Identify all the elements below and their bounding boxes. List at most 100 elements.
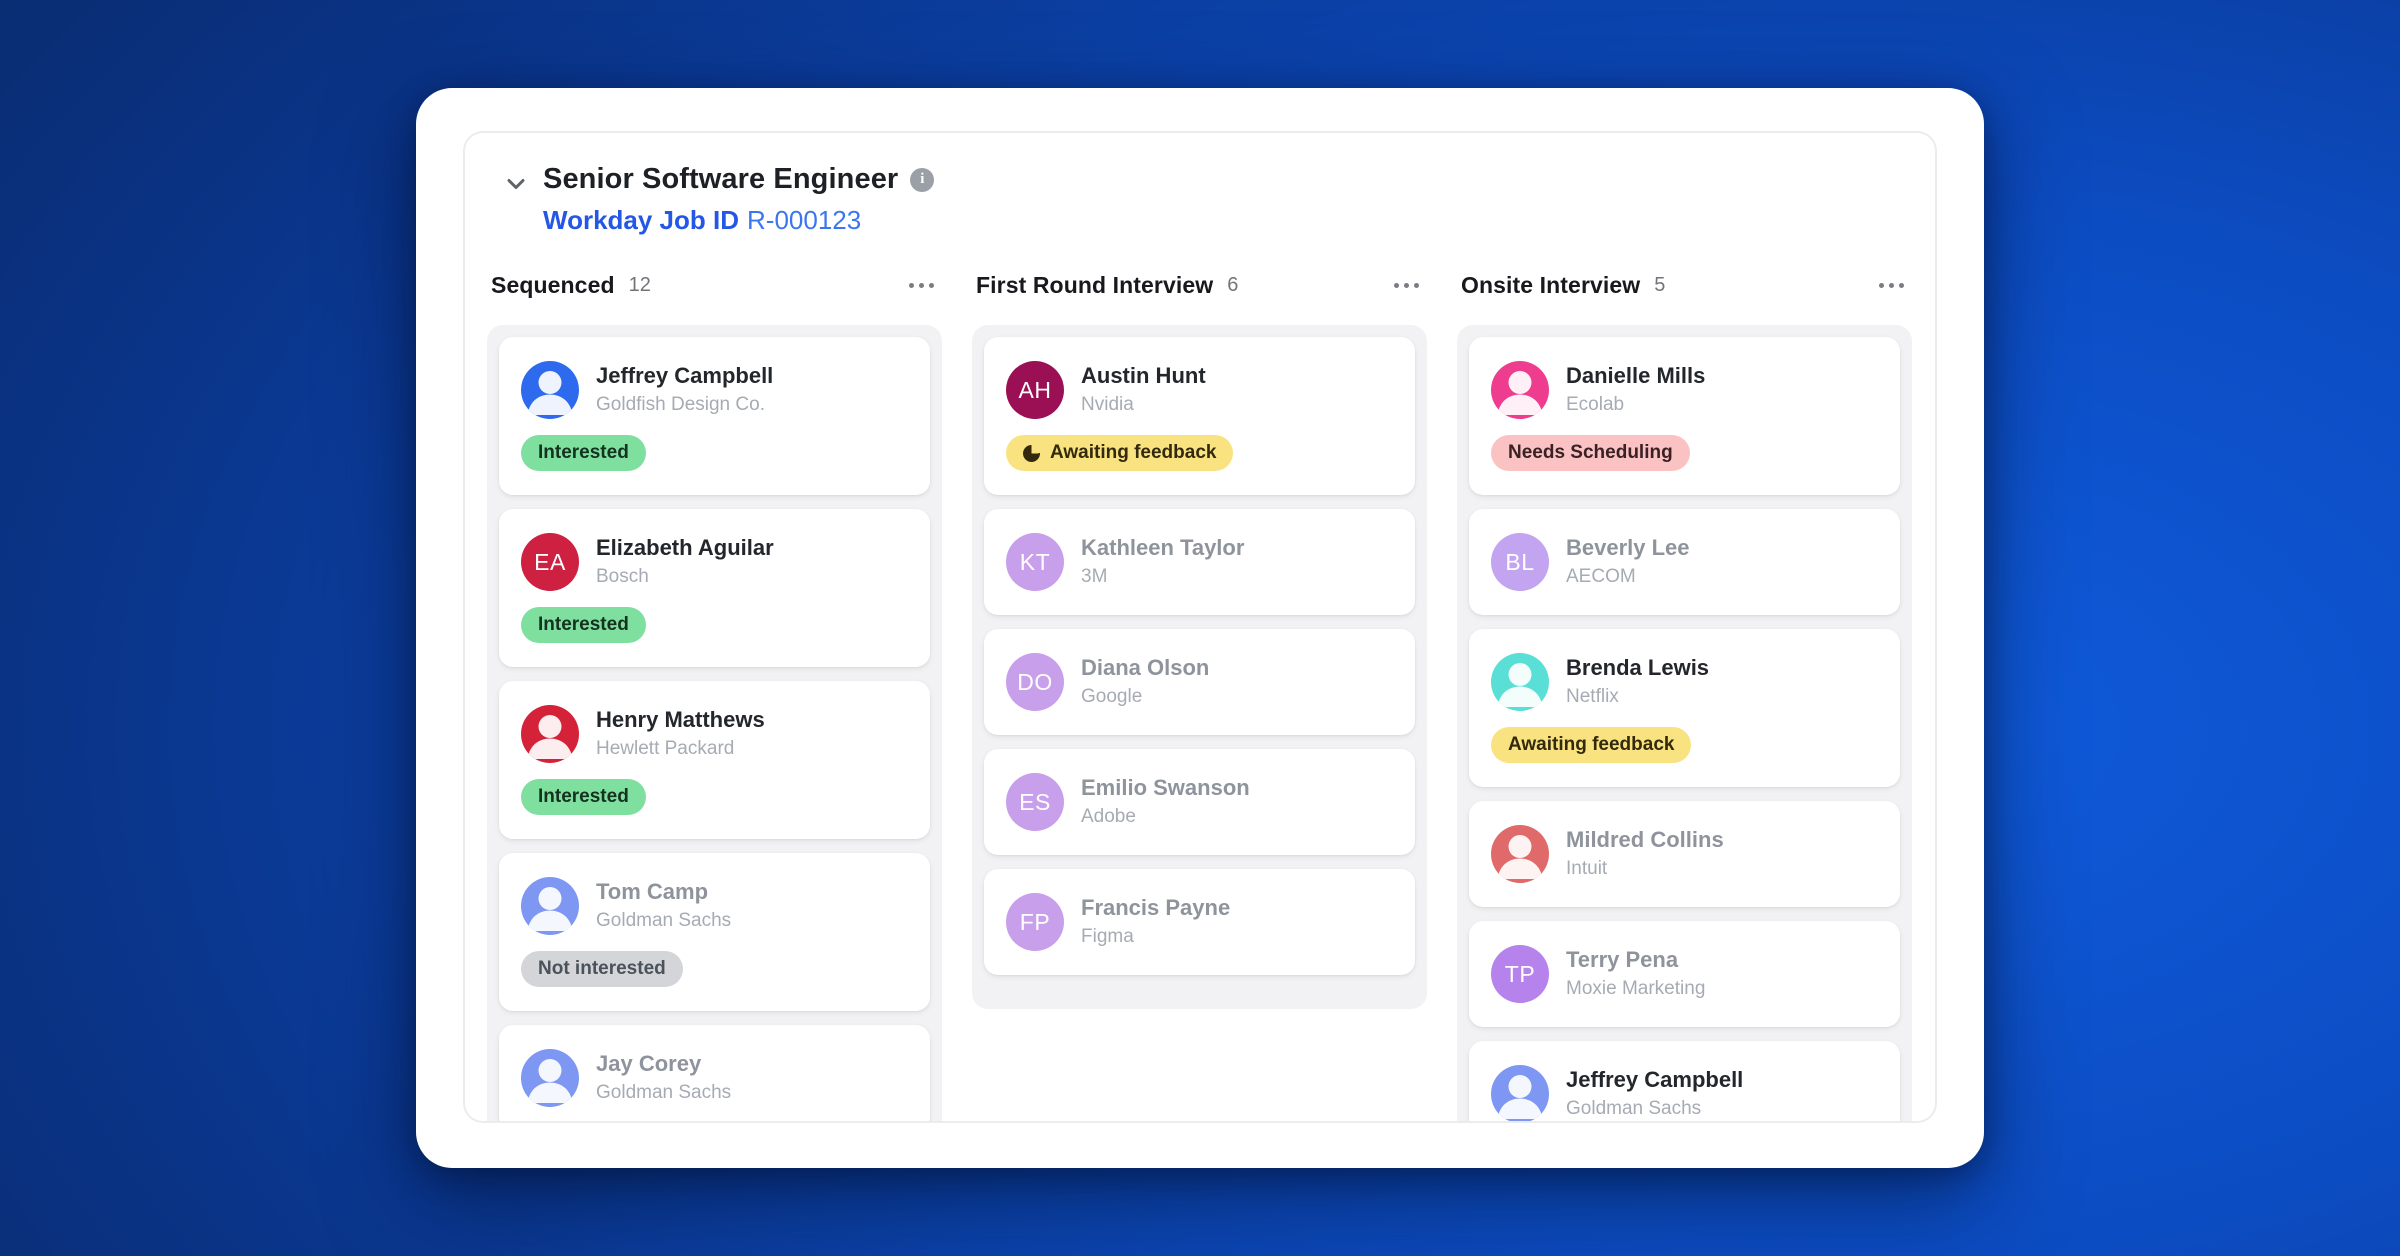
column-header-first-round-interview: First Round Interview6 [972, 272, 1427, 299]
candidate-card[interactable]: Mildred CollinsIntuit [1469, 801, 1900, 907]
candidate-info: Tom CampGoldman Sachs [596, 879, 731, 932]
card-top: TPTerry PenaMoxie Marketing [1491, 945, 1878, 1003]
column-header-onsite-interview: Onsite Interview 5 [1457, 272, 1912, 299]
ellipsis-icon [1879, 283, 1904, 288]
candidate-company: Goldman Sachs [596, 910, 731, 933]
candidate-info: Jay CoreyGoldman Sachs [596, 1051, 731, 1104]
candidate-name: Austin Hunt [1081, 363, 1206, 389]
candidate-company: 3M [1081, 566, 1244, 589]
candidate-company: Goldfish Design Co. [596, 394, 773, 417]
person-photo-icon [521, 877, 579, 935]
column-count: 12 [629, 274, 651, 297]
card-top: Tom CampGoldman Sachs [521, 877, 908, 935]
candidate-name: Danielle Mills [1566, 363, 1705, 389]
column-title: First Round Interview [976, 272, 1213, 299]
avatar [521, 1049, 579, 1107]
status-badge-label: Not interested [538, 951, 666, 987]
candidate-info: Jeffrey Campbell Goldman Sachs [1566, 1067, 1743, 1120]
status-badge: Interested [521, 779, 646, 815]
collapse-button[interactable] [499, 167, 533, 201]
candidate-name: Emilio Swanson [1081, 775, 1250, 801]
column-menu-button[interactable] [1392, 277, 1421, 294]
info-icon[interactable]: i [910, 168, 934, 192]
column-menu-button[interactable] [1877, 277, 1906, 294]
candidate-company: Hewlett Packard [596, 738, 765, 761]
candidate-card[interactable]: FP Francis PayneFigma [984, 869, 1415, 975]
candidate-card[interactable]: Jeffrey CampbellGoldfish Design Co.Inter… [499, 337, 930, 495]
card-top: EA Elizabeth AguilarBosch [521, 533, 908, 591]
person-photo-icon [521, 705, 579, 763]
candidate-card[interactable]: KT Kathleen Taylor3M [984, 509, 1415, 615]
candidate-card[interactable]: Danielle MillsEcolabNeeds Scheduling [1469, 337, 1900, 495]
avatar [1491, 825, 1549, 883]
column-header-sequenced: Sequenced12 [487, 272, 942, 299]
candidate-card[interactable]: Brenda Lewis Netflix Awaiting feedback [1469, 629, 1900, 787]
avatar: BL [1491, 533, 1549, 591]
candidate-info: Emilio Swanson Adobe [1081, 775, 1250, 828]
candidate-info: Francis PayneFigma [1081, 895, 1230, 948]
candidate-name: Brenda Lewis [1566, 655, 1709, 681]
candidate-company: Nvidia [1081, 394, 1206, 417]
job-id-label: Workday Job ID [543, 205, 739, 235]
avatar-initials: KT [1020, 549, 1050, 576]
person-photo-icon [1491, 825, 1549, 883]
candidate-info: Terry PenaMoxie Marketing [1566, 947, 1705, 1000]
kanban-column-first-round-interview: AH Austin Hunt Nvidia Awaiting feedback KT Ka… [972, 325, 1427, 1009]
avatar-initials: EA [534, 549, 566, 576]
status-badge: Awaiting feedback [1006, 435, 1233, 471]
candidate-card[interactable]: Tom CampGoldman Sachs Not interested [499, 853, 930, 1011]
avatar: ES [1006, 773, 1064, 831]
kanban-board: Jeffrey Campbell Goldfish Design Co. Inter… [487, 325, 1913, 1123]
candidate-company: Goldman Sachs [1566, 1098, 1743, 1121]
status-badge-label: Awaiting feedback [1050, 435, 1216, 471]
candidate-info: Henry MatthewsHewlett Packard [596, 707, 765, 760]
candidate-company: AECOM [1566, 566, 1690, 589]
avatar-initials: FP [1020, 909, 1050, 936]
card-top: ES Emilio Swanson Adobe [1006, 773, 1393, 831]
candidate-card[interactable]: DODiana OlsonGoogle [984, 629, 1415, 735]
candidate-info: Elizabeth AguilarBosch [596, 535, 774, 588]
candidate-card[interactable]: Jay CoreyGoldman Sachs [499, 1025, 930, 1123]
pending-pie-icon [1023, 445, 1040, 462]
card-top: KT Kathleen Taylor3M [1006, 533, 1393, 591]
candidate-name: Jeffrey Campbell [1566, 1067, 1743, 1093]
pipeline-panel: Senior Software Engineer i Workday Job I… [463, 131, 1937, 1123]
avatar: EA [521, 533, 579, 591]
candidate-card[interactable]: Henry MatthewsHewlett Packard Interested [499, 681, 930, 839]
candidate-name: Terry Pena [1566, 947, 1705, 973]
candidate-name: Francis Payne [1081, 895, 1230, 921]
job-id-value: R-000123 [747, 205, 861, 235]
column-menu-button[interactable] [907, 277, 936, 294]
candidate-card[interactable]: AH Austin Hunt Nvidia Awaiting feedback [984, 337, 1415, 495]
ellipsis-icon [909, 283, 934, 288]
job-id-link[interactable]: Workday Job ID R-000123 [543, 205, 934, 236]
candidate-company: Adobe [1081, 806, 1250, 829]
column-count: 5 [1654, 274, 1665, 297]
status-badge: Needs Scheduling [1491, 435, 1690, 471]
status-badge: Awaiting feedback [1491, 727, 1691, 763]
candidate-info: Kathleen Taylor3M [1081, 535, 1244, 588]
avatar: AH [1006, 361, 1064, 419]
candidate-card[interactable]: TPTerry PenaMoxie Marketing [1469, 921, 1900, 1027]
avatar: KT [1006, 533, 1064, 591]
status-badge-label: Awaiting feedback [1508, 727, 1674, 763]
status-badge-label: Interested [538, 779, 629, 815]
avatar-initials: AH [1019, 377, 1052, 404]
candidate-company: Google [1081, 686, 1209, 709]
person-photo-icon [1491, 653, 1549, 711]
candidate-card[interactable]: Jeffrey Campbell Goldman Sachs [1469, 1041, 1900, 1123]
candidate-card[interactable]: BLBeverly LeeAECOM [1469, 509, 1900, 615]
column-title: Onsite Interview [1461, 272, 1640, 299]
avatar [1491, 1065, 1549, 1123]
card-top: AH Austin Hunt Nvidia [1006, 361, 1393, 419]
avatar-initials: BL [1505, 549, 1534, 576]
title-block: Senior Software Engineer i Workday Job I… [543, 163, 934, 236]
person-photo-icon [1491, 361, 1549, 419]
candidate-card[interactable]: EAElizabeth AguilarBoschInterested [499, 509, 930, 667]
candidate-card[interactable]: ES Emilio Swanson Adobe [984, 749, 1415, 855]
candidate-info: Mildred CollinsIntuit [1566, 827, 1724, 880]
chevron-down-icon [501, 169, 531, 199]
candidate-company: Netflix [1566, 686, 1709, 709]
person-photo-icon [521, 1049, 579, 1107]
avatar-initials: DO [1017, 669, 1053, 696]
